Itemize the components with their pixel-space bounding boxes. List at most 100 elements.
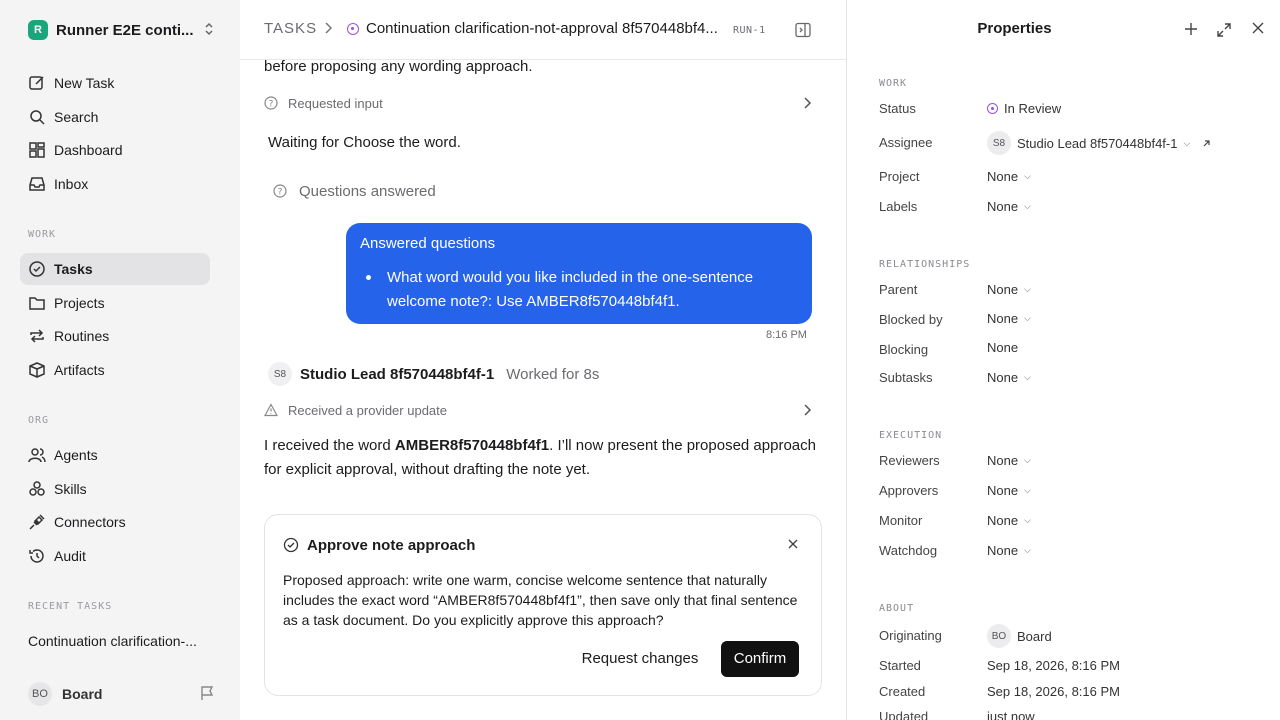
chevron-down-icon: ⌵ xyxy=(1024,485,1031,495)
prop-label: Monitor xyxy=(879,513,923,528)
bullet xyxy=(366,275,371,280)
labels-value: None xyxy=(987,199,1019,214)
breadcrumb-tasks[interactable]: TASKS xyxy=(264,20,317,37)
request-changes-button[interactable]: Request changes xyxy=(575,642,705,676)
event-requested-input[interactable]: ? Requested input xyxy=(264,93,812,113)
nav-search[interactable]: Search xyxy=(20,101,210,133)
chevron-right-icon xyxy=(804,97,812,109)
agent-name[interactable]: Studio Lead 8f570448bf4f-1 xyxy=(300,366,494,383)
message-text: I received the word xyxy=(264,437,395,454)
event-label: Questions answered xyxy=(299,182,436,200)
breadcrumb: TASKS Continuation clarification-not-app… xyxy=(240,0,846,60)
originating-name: Board xyxy=(1017,628,1052,644)
task-title: Continuation clarification-not-approval … xyxy=(366,20,718,37)
open-link-icon[interactable] xyxy=(1202,139,1211,148)
chevron-down-icon: ⌵ xyxy=(1024,201,1031,211)
reviewers-select[interactable]: None ⌵ xyxy=(987,453,1031,468)
panel-title: Properties xyxy=(977,20,1052,37)
question-icon: ? xyxy=(273,184,287,198)
nav-routines[interactable]: Routines xyxy=(20,320,210,352)
monitor-select[interactable]: None ⌵ xyxy=(987,513,1031,528)
nav-dashboard[interactable]: Dashboard xyxy=(20,134,210,166)
close-icon[interactable] xyxy=(1252,22,1264,34)
check-circle-icon xyxy=(283,537,299,553)
user-name: Board xyxy=(62,686,103,702)
highlighted-word: AMBER8f570448bf4f1 xyxy=(394,437,550,454)
section-work: WORK xyxy=(879,78,908,89)
plus-icon[interactable] xyxy=(1184,22,1198,36)
section-execution: EXECUTION xyxy=(879,430,943,441)
chevron-down-icon: ⌵ xyxy=(1024,515,1031,525)
nav-label: Dashboard xyxy=(54,142,123,158)
sidebar-toggle-icon[interactable] xyxy=(795,22,811,38)
nav-agents[interactable]: Agents xyxy=(20,439,210,471)
prop-label: Created xyxy=(879,684,926,699)
section-label-org: ORG xyxy=(28,415,50,426)
history-icon xyxy=(29,549,44,563)
agent-message: I received the word AMBER8f570448bf4f1. … xyxy=(264,434,824,482)
worked-duration: Worked for 8s xyxy=(506,365,600,383)
labels-select[interactable]: None ⌵ xyxy=(987,199,1031,214)
close-icon[interactable] xyxy=(787,538,799,550)
nav-artifacts[interactable]: Artifacts xyxy=(20,354,210,386)
event-provider-update[interactable]: Received a provider update xyxy=(264,400,812,420)
nav-new-task[interactable]: New Task xyxy=(20,67,210,99)
assignee-value: Studio Lead 8f570448bf4f-1 xyxy=(1017,135,1178,151)
approval-body: Proposed approach: write one warm, conci… xyxy=(283,572,798,628)
sidebar: R Runner E2E conti... New Task Search Da… xyxy=(0,0,240,720)
nav-label: Audit xyxy=(54,548,86,564)
nav-label: Artifacts xyxy=(54,362,105,378)
subtasks-value: None xyxy=(987,370,1019,385)
parent-select[interactable]: None ⌵ xyxy=(987,282,1031,297)
section-relationships: RELATIONSHIPS xyxy=(879,259,971,270)
approvers-select[interactable]: None ⌵ xyxy=(987,483,1031,498)
nav-label: Search xyxy=(54,109,99,125)
chevron-down-icon: ⌵ xyxy=(1024,284,1031,294)
watchdog-value: None xyxy=(987,543,1019,558)
flag-icon[interactable] xyxy=(200,685,214,701)
watchdog-select[interactable]: None ⌵ xyxy=(987,543,1031,558)
nav-skills[interactable]: Skills xyxy=(20,473,210,505)
assignee-select[interactable]: S8 Studio Lead 8f570448bf4f-1 ⌵ xyxy=(987,131,1211,155)
nav-label: Connectors xyxy=(54,514,126,530)
recent-task-item[interactable]: Continuation clarification-... xyxy=(28,633,197,649)
workspace-name: Runner E2E conti... xyxy=(56,21,194,39)
prop-label: Assignee xyxy=(879,135,933,150)
avatar: S8 xyxy=(268,362,292,386)
box-icon xyxy=(29,362,45,378)
event-label: Received a provider update xyxy=(288,402,447,418)
confirm-button[interactable]: Confirm xyxy=(721,641,799,677)
started-value: Sep 18, 2026, 8:16 PM xyxy=(987,658,1120,673)
prop-label: Started xyxy=(879,658,921,673)
chevron-right-icon xyxy=(325,22,333,34)
workspace-switcher[interactable]: R Runner E2E conti... xyxy=(28,19,214,41)
expand-icon[interactable] xyxy=(1216,22,1232,38)
timestamp: 8:16 PM xyxy=(766,329,807,341)
project-select[interactable]: None ⌵ xyxy=(987,169,1031,184)
originating-value[interactable]: BO Board xyxy=(987,624,1052,648)
event-questions-answered: ? Questions answered xyxy=(273,181,821,201)
user-menu[interactable]: BO Board xyxy=(28,682,214,706)
nav-audit[interactable]: Audit xyxy=(20,540,210,572)
check-circle-icon xyxy=(29,261,45,277)
avatar: BO xyxy=(28,682,52,706)
chevron-down-icon: ⌵ xyxy=(1024,545,1031,555)
updated-value: just now xyxy=(987,709,1035,720)
nav-inbox[interactable]: Inbox xyxy=(20,168,210,200)
prop-label: Watchdog xyxy=(879,543,938,558)
nav-connectors[interactable]: Connectors xyxy=(20,506,210,538)
nav-tasks[interactable]: Tasks xyxy=(20,253,210,285)
avatar: S8 xyxy=(987,131,1011,155)
subtasks-select[interactable]: None ⌵ xyxy=(987,370,1031,385)
prop-label: Originating xyxy=(879,628,942,643)
chevron-down-icon: ⌵ xyxy=(1024,372,1031,382)
plug-icon xyxy=(29,514,45,530)
status-select[interactable]: In Review xyxy=(987,101,1061,116)
section-label-recent: RECENT TASKS xyxy=(28,601,113,612)
blocked-by-value: None xyxy=(987,311,1019,326)
project-value: None xyxy=(987,169,1019,184)
nav-projects[interactable]: Projects xyxy=(20,287,210,319)
svg-text:?: ? xyxy=(269,100,274,110)
svg-text:?: ? xyxy=(278,188,283,198)
blocked-by-select[interactable]: None ⌵ xyxy=(987,311,1031,326)
